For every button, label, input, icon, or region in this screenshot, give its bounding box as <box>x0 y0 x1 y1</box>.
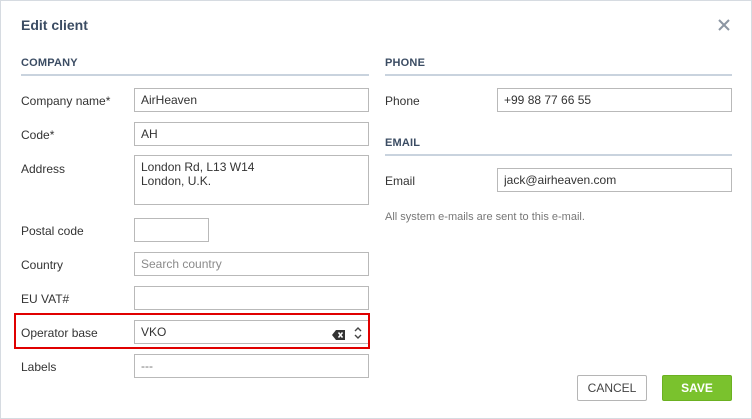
edit-client-dialog: Edit client COMPANY Company name* Code* … <box>0 0 752 419</box>
code-input[interactable] <box>134 122 369 146</box>
phone-label: Phone <box>385 94 420 108</box>
close-icon[interactable] <box>715 16 733 34</box>
company-section-divider <box>21 74 369 76</box>
email-input[interactable] <box>497 168 732 192</box>
postal-code-input[interactable] <box>134 218 209 242</box>
email-section-title: EMAIL <box>385 137 421 149</box>
company-name-label: Company name* <box>21 94 111 108</box>
code-label: Code* <box>21 128 55 142</box>
email-section-divider <box>385 154 732 156</box>
address-textarea[interactable]: London Rd, L13 W14 London, U.K. <box>134 155 369 205</box>
phone-section-divider <box>385 74 732 76</box>
operator-base-select[interactable]: VKO <box>134 320 369 344</box>
email-label: Email <box>385 174 416 188</box>
country-label: Country <box>21 258 64 272</box>
operator-base-label: Operator base <box>21 326 98 340</box>
postal-code-label: Postal code <box>21 224 84 238</box>
operator-base-value: VKO <box>141 325 167 339</box>
company-name-input[interactable] <box>134 88 369 112</box>
labels-select[interactable]: --- <box>134 354 369 378</box>
eu-vat-input[interactable] <box>134 286 369 310</box>
phone-section-title: PHONE <box>385 57 426 69</box>
email-hint: All system e-mails are sent to this e-ma… <box>385 211 585 223</box>
labels-label: Labels <box>21 360 57 374</box>
phone-input[interactable] <box>497 88 732 112</box>
clear-icon[interactable] <box>332 326 346 340</box>
company-section-title: COMPANY <box>21 57 78 69</box>
cancel-button[interactable]: CANCEL <box>577 375 647 401</box>
save-button[interactable]: SAVE <box>662 375 732 401</box>
eu-vat-label: EU VAT# <box>21 292 70 306</box>
chevron-updown-icon[interactable] <box>353 325 363 339</box>
address-label: Address <box>21 162 66 176</box>
country-search-input[interactable] <box>134 252 369 276</box>
dialog-title: Edit client <box>21 17 88 33</box>
